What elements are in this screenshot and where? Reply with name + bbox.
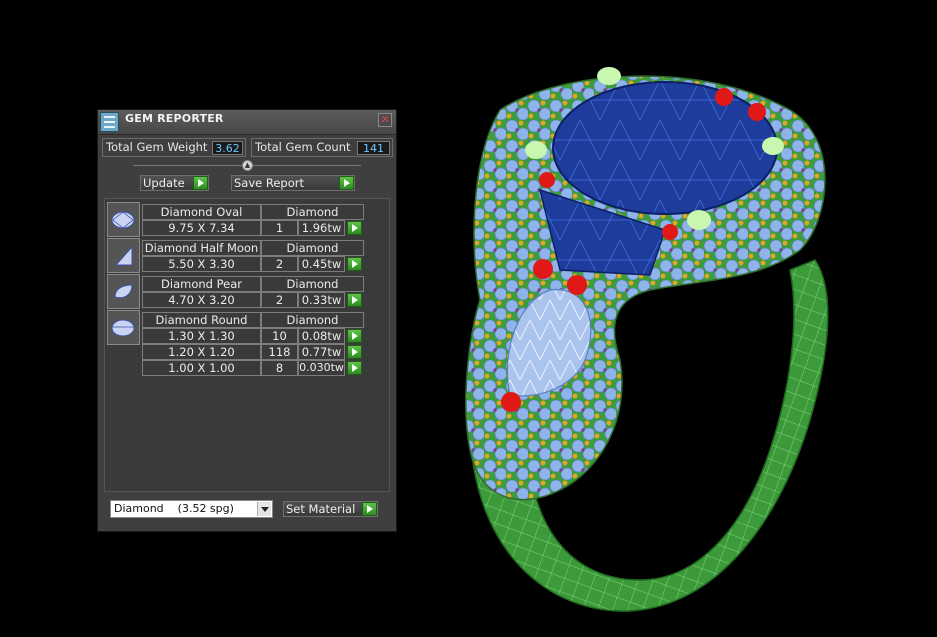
- play-icon: [193, 176, 208, 190]
- round-gem-icon[interactable]: [107, 310, 140, 345]
- gem-weight: 0.45tw: [298, 256, 345, 272]
- gem-count: 2: [261, 256, 298, 272]
- select-gem-button[interactable]: [347, 329, 362, 343]
- gem-count: 8: [261, 360, 298, 376]
- gem-count: 118: [261, 344, 298, 360]
- material-dropdown-value: Diamond (3.52 spg): [114, 502, 234, 515]
- gem-weight: 0.08tw: [298, 328, 345, 344]
- gem-material: Diamond: [261, 312, 364, 328]
- gem-size: 1.20 X 1.20: [142, 344, 261, 360]
- total-count-value: 141: [357, 141, 390, 155]
- total-weight-label: Total Gem Weight: [106, 140, 208, 154]
- gem-reporter-panel: GEM REPORTER ✕ Total Gem Weight 3.62 Tot…: [97, 109, 397, 532]
- window-title: GEM REPORTER: [125, 112, 224, 125]
- gem-material: Diamond: [261, 276, 364, 292]
- gem-count: 2: [261, 292, 298, 308]
- gem-weight: 0.77tw: [298, 344, 345, 360]
- prong: [539, 172, 555, 188]
- gem-list: Diamond Oval Diamond 9.75 X 7.34 1 1.96t…: [104, 198, 390, 492]
- save-report-button[interactable]: Save Report: [231, 175, 355, 191]
- gem-weight: 0.030tw: [298, 360, 345, 376]
- select-gem-button[interactable]: [347, 361, 362, 375]
- gem-count: 1: [261, 220, 298, 236]
- prong: [533, 259, 553, 279]
- gem-count: 10: [261, 328, 298, 344]
- prong: [525, 141, 547, 159]
- gem-name: Diamond Half Moon: [142, 240, 261, 256]
- set-material-label: Set Material: [286, 502, 356, 516]
- center-oval-stone: [552, 81, 778, 215]
- prong: [715, 88, 733, 106]
- gem-material: Diamond: [261, 240, 364, 256]
- gem-weight: 1.96tw: [298, 220, 345, 236]
- gem-size: 5.50 X 3.30: [142, 256, 261, 272]
- app-icon: [100, 112, 119, 132]
- collapse-handle-icon[interactable]: ▲: [242, 160, 253, 171]
- half-moon-gem-icon[interactable]: [107, 238, 140, 273]
- prong: [748, 103, 766, 121]
- gem-weight: 0.33tw: [298, 292, 345, 308]
- set-material-button[interactable]: Set Material: [283, 501, 378, 517]
- gem-size: 1.30 X 1.30: [142, 328, 261, 344]
- prong: [597, 67, 621, 85]
- update-button-label: Update: [143, 176, 185, 190]
- prong: [501, 392, 521, 412]
- oval-gem-icon[interactable]: [107, 202, 140, 237]
- select-gem-button[interactable]: [347, 293, 362, 307]
- gem-name: Diamond Pear: [142, 276, 261, 292]
- select-gem-button[interactable]: [347, 257, 362, 271]
- title-bar[interactable]: GEM REPORTER ✕: [98, 110, 396, 135]
- select-gem-button[interactable]: [347, 345, 362, 359]
- gem-size: 1.00 X 1.00: [142, 360, 261, 376]
- total-count-label: Total Gem Count: [255, 140, 351, 154]
- update-button[interactable]: Update: [140, 175, 209, 191]
- prong: [662, 224, 678, 240]
- material-dropdown[interactable]: Diamond (3.52 spg): [110, 500, 273, 518]
- pear-gem-icon[interactable]: [107, 274, 140, 309]
- gem-material: Diamond: [261, 204, 364, 220]
- prong: [687, 210, 711, 230]
- prong: [567, 275, 587, 295]
- total-weight-value: 3.62: [212, 141, 243, 155]
- play-icon: [362, 502, 377, 516]
- gem-name: Diamond Round: [142, 312, 261, 328]
- play-icon: [339, 176, 354, 190]
- prong: [762, 137, 784, 155]
- close-icon[interactable]: ✕: [378, 113, 392, 127]
- save-report-label: Save Report: [234, 176, 305, 190]
- gem-size: 4.70 X 3.20: [142, 292, 261, 308]
- gem-name: Diamond Oval: [142, 204, 261, 220]
- chevron-down-icon[interactable]: [257, 502, 271, 516]
- gem-size: 9.75 X 7.34: [142, 220, 261, 236]
- select-gem-button[interactable]: [347, 221, 362, 235]
